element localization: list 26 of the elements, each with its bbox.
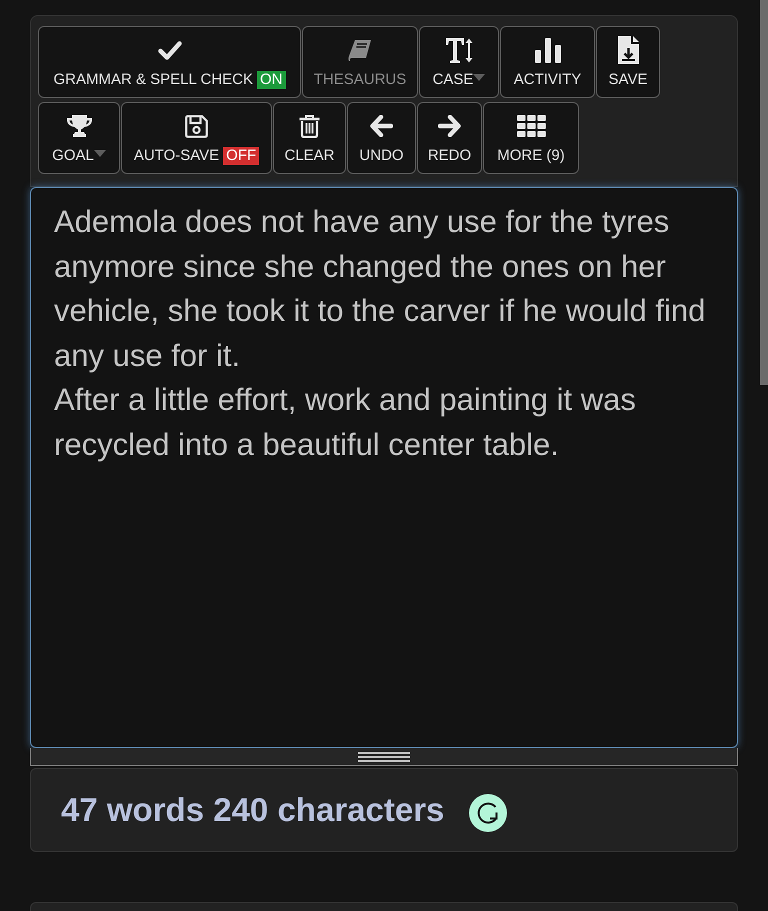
file-download-icon: [618, 36, 638, 64]
auto-save-button[interactable]: AUTO-SAVE OFF: [121, 102, 272, 174]
text-area[interactable]: Ademola does not have any use for the tyres anymore since she changed the ones on her vehicle, she took it to the carver if he would find any use for it. After a little effort, work and painting it was recycled into a beautiful center table.: [30, 187, 738, 748]
trash-icon: [299, 114, 320, 138]
clear-button[interactable]: CLEAR: [273, 102, 346, 174]
status-badge: ON: [257, 71, 286, 89]
activity-button[interactable]: ACTIVITY: [500, 26, 595, 98]
grammar-check-button[interactable]: GRAMMAR & SPELL CHECK ON: [38, 26, 301, 98]
bar-chart-icon: [534, 38, 560, 62]
arrow-right-icon: [438, 115, 461, 137]
undo-button[interactable]: UNDO: [347, 102, 416, 174]
book-icon: [348, 38, 372, 62]
resize-handle[interactable]: [30, 748, 738, 766]
status-badge: OFF: [223, 147, 260, 165]
word-count: 47 words 240 characters: [61, 790, 444, 830]
more-button[interactable]: MORE (9): [483, 102, 579, 174]
arrow-left-icon: [370, 115, 393, 137]
scrollbar-thumb[interactable]: [760, 0, 768, 385]
case-button[interactable]: CASE: [419, 26, 499, 98]
save-button[interactable]: SAVE: [596, 26, 660, 98]
redo-button[interactable]: REDO: [417, 102, 482, 174]
trophy-icon: [66, 115, 92, 137]
check-icon: [158, 40, 182, 60]
goal-button[interactable]: GOAL: [38, 102, 120, 174]
text-height-icon: [445, 36, 473, 64]
grid-icon: [516, 115, 546, 137]
